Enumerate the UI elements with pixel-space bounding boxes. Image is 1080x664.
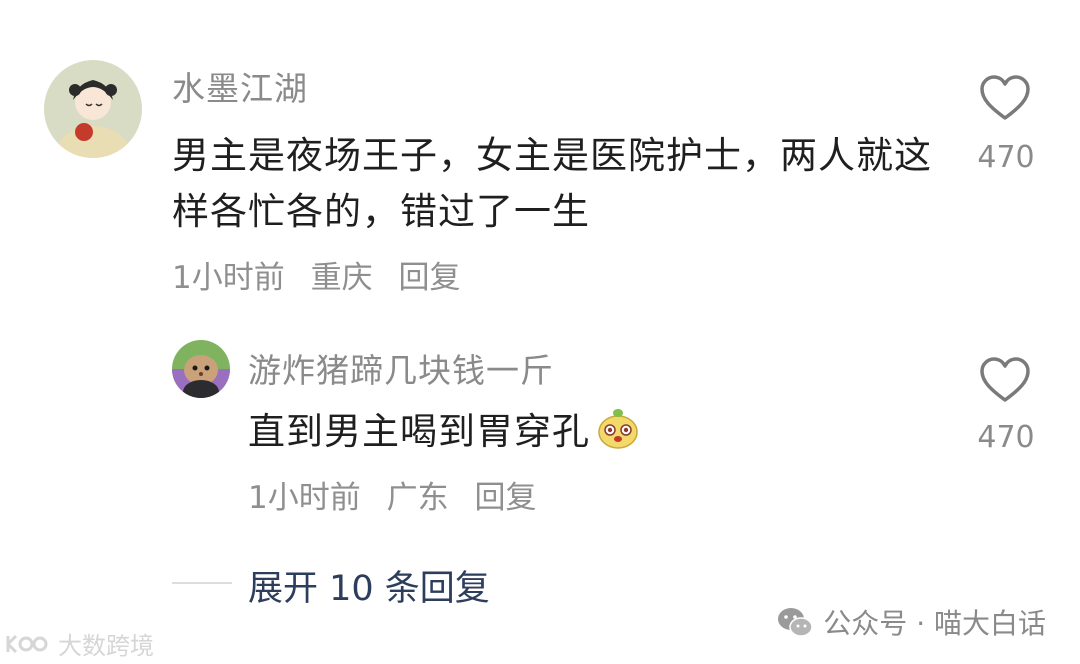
reply-like-count: 470 — [977, 420, 1035, 455]
comment-username[interactable]: 水墨江湖 — [172, 62, 308, 110]
watermark-brand: 大数跨境 — [4, 626, 154, 661]
comment-time: 1小时前 — [172, 260, 285, 296]
comment-reply-button[interactable]: 回复 — [398, 260, 460, 296]
reply-time: 1小时前 — [248, 480, 361, 516]
reply-body: 直到男主喝到胃穿孔 — [248, 400, 640, 456]
heart-icon[interactable] — [978, 356, 1032, 404]
sticker-icon — [596, 406, 640, 450]
brand-logo-icon — [4, 630, 52, 658]
comment-text: 男主是夜场王子，女主是医院护士，两人就这样各忙各的，错过了一生 — [172, 134, 932, 233]
watermark-wechat: 公众号 · 喵大白话 — [775, 602, 1046, 642]
expand-replies-button[interactable]: 展开 10 条回复 — [248, 560, 490, 611]
heart-icon[interactable] — [978, 74, 1032, 122]
reply-location: 广东 — [386, 480, 449, 516]
reply-username[interactable]: 游炸猪蹄几块钱一斤 — [248, 344, 554, 392]
wechat-icon — [775, 602, 815, 642]
comment-location: 重庆 — [310, 260, 373, 296]
reply-reply-button[interactable]: 回复 — [474, 480, 536, 516]
avatar[interactable] — [172, 340, 230, 398]
expand-divider — [172, 582, 232, 584]
reply-text: 直到男主喝到胃穿孔 — [248, 410, 590, 453]
comment-meta: 1小时前 重庆 回复 — [172, 252, 476, 297]
watermark-text: 公众号 · 喵大白话 — [823, 607, 1046, 640]
avatar[interactable] — [44, 60, 142, 158]
watermark-brand-text: 大数跨境 — [58, 632, 154, 660]
comment-like-count: 470 — [977, 140, 1035, 175]
reply-meta: 1小时前 广东 回复 — [248, 472, 552, 517]
